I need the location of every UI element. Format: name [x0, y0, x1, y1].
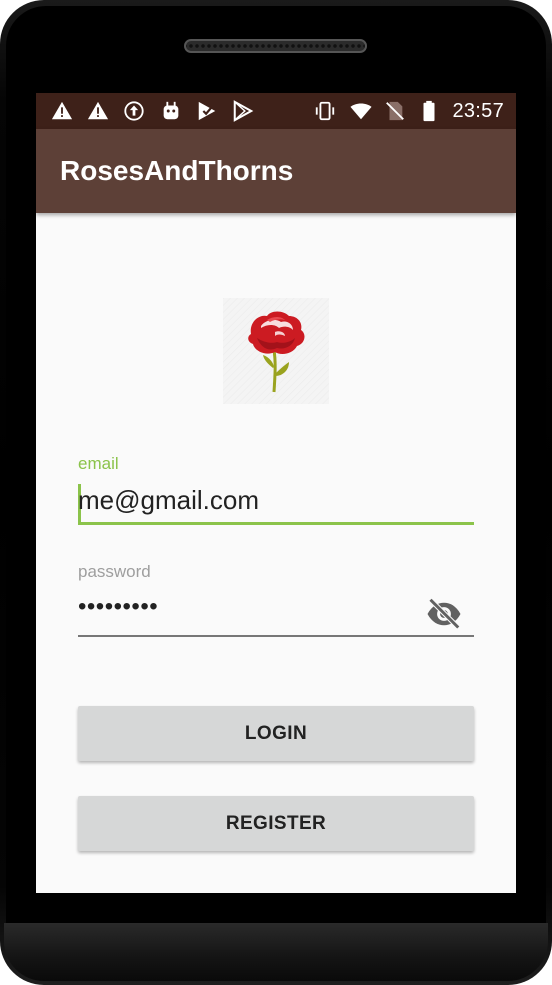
password-label: password	[78, 562, 151, 581]
email-input[interactable]: me@gmail.com	[78, 485, 259, 516]
login-button[interactable]: LOGIN	[78, 706, 474, 761]
play-store-icon	[233, 100, 254, 122]
password-input[interactable]: •••••••••	[78, 593, 158, 621]
phone-frame: 23:57 RosesAndThorns email me@gmail.com …	[0, 0, 552, 985]
register-button[interactable]: REGISTER	[78, 796, 474, 851]
password-underline	[78, 635, 474, 637]
warning-icon	[51, 101, 73, 120]
app-title: RosesAndThorns	[60, 155, 294, 186]
rose-icon	[223, 298, 329, 404]
rose-logo	[223, 298, 329, 404]
status-time: 23:57	[452, 100, 504, 122]
battery-icon	[423, 100, 435, 122]
phone-chin	[4, 923, 548, 981]
sync-up-icon	[124, 101, 144, 121]
app-bar: RosesAndThorns	[36, 129, 516, 213]
status-bar: 23:57	[36, 93, 516, 129]
android-debug-icon	[163, 101, 179, 120]
vibrate-icon	[315, 101, 335, 121]
no-sim-icon	[386, 101, 404, 121]
earpiece-speaker	[184, 39, 367, 53]
eye-off-icon[interactable]	[426, 596, 462, 632]
wifi-icon	[350, 103, 372, 120]
warning-icon	[87, 101, 109, 120]
email-underline	[78, 522, 474, 525]
email-label: email	[78, 454, 119, 473]
screen: 23:57 RosesAndThorns email me@gmail.com …	[36, 93, 516, 893]
play-store-check-icon	[198, 101, 216, 121]
